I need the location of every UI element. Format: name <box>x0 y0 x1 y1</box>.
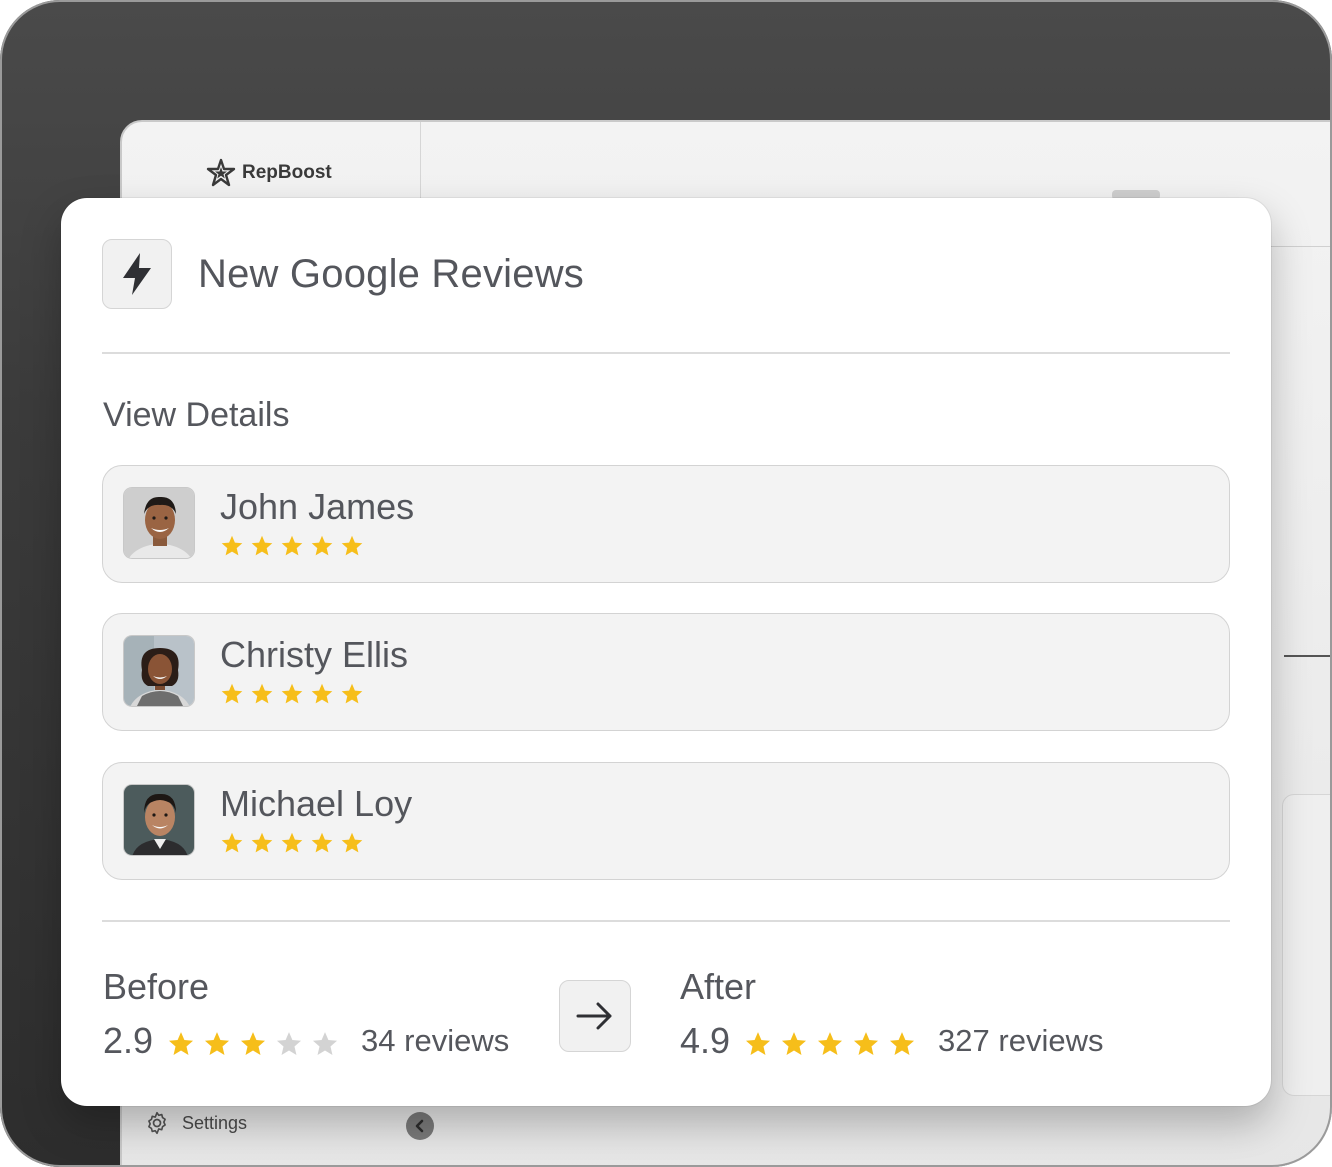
star-filled-icon <box>341 832 363 853</box>
star-filled-icon <box>221 535 243 556</box>
star-filled-icon <box>281 683 303 704</box>
star-filled-icon <box>251 832 273 853</box>
after-stats: After 4.9 327 reviews <box>680 966 1103 1062</box>
lightning-bolt-icon <box>123 253 151 295</box>
reviewer-avatar <box>123 487 195 559</box>
arrow-right-icon <box>576 1002 612 1030</box>
star-filled-icon <box>205 1032 230 1055</box>
before-review-count: 34 reviews <box>361 1023 510 1058</box>
review-rating <box>220 534 364 558</box>
review-item[interactable]: Michael Loy <box>102 762 1230 880</box>
star-filled-icon <box>890 1032 915 1055</box>
star-filled-icon <box>341 535 363 556</box>
star-filled-icon <box>221 832 243 853</box>
star-filled-icon <box>311 535 333 556</box>
google-reviews-card: New Google Reviews View Details John Jam… <box>61 198 1271 1106</box>
star-filled-icon <box>241 1032 266 1055</box>
lightning-bolt-badge <box>102 239 172 309</box>
reviewer-name: Michael Loy <box>220 783 413 824</box>
after-review-count: 327 reviews <box>938 1023 1104 1058</box>
reviewer-avatar <box>123 635 195 707</box>
before-label: Before <box>103 966 210 1007</box>
repboost-logo-text: RepBoost <box>242 162 332 183</box>
star-filled-icon <box>782 1032 807 1055</box>
star-empty-icon <box>313 1032 338 1055</box>
star-filled-icon <box>251 535 273 556</box>
star-filled-icon <box>311 683 333 704</box>
before-stats: Before 2.9 34 reviews <box>103 966 509 1062</box>
reviewer-name: Christy Ellis <box>220 634 409 675</box>
chevron-left-icon <box>415 1119 424 1133</box>
review-item[interactable]: John James <box>102 465 1230 583</box>
stats-divider <box>102 920 1230 922</box>
star-filled-icon <box>311 832 333 853</box>
star-filled-icon <box>221 683 243 704</box>
before-rating-stars <box>167 1030 339 1058</box>
star-filled-icon <box>746 1032 771 1055</box>
star-filled-icon <box>281 535 303 556</box>
before-after-arrow <box>559 980 631 1052</box>
before-rating-value: 2.9 <box>103 1020 154 1061</box>
after-rating-value: 4.9 <box>680 1020 731 1061</box>
header-divider <box>102 352 1230 354</box>
star-filled-icon <box>818 1032 843 1055</box>
repboost-logo: RepBoost <box>206 158 332 188</box>
star-filled-icon <box>341 683 363 704</box>
star-empty-icon <box>277 1032 302 1055</box>
settings-label: Settings <box>182 1112 248 1133</box>
star-filled-icon <box>169 1032 194 1055</box>
review-rating <box>220 682 364 706</box>
star-filled-icon <box>251 683 273 704</box>
content-rule <box>1284 655 1332 657</box>
collapse-sidebar-button[interactable] <box>406 1112 434 1140</box>
content-card <box>1282 794 1332 1096</box>
star-filled-icon <box>281 832 303 853</box>
gear-icon <box>148 1111 166 1135</box>
review-rating <box>220 831 364 855</box>
star-filled-icon <box>854 1032 879 1055</box>
card-title: New Google Reviews <box>198 251 584 296</box>
review-item[interactable]: Christy Ellis <box>102 613 1230 731</box>
sidebar-item-settings[interactable]: Settings <box>144 1110 247 1136</box>
card-header: New Google Reviews <box>102 239 584 309</box>
view-details-heading[interactable]: View Details <box>103 396 289 435</box>
repboost-star-icon <box>206 158 236 187</box>
after-label: After <box>680 966 757 1007</box>
after-rating-stars <box>744 1030 916 1058</box>
reviewer-name: John James <box>220 486 415 527</box>
reviewer-avatar <box>123 784 195 856</box>
